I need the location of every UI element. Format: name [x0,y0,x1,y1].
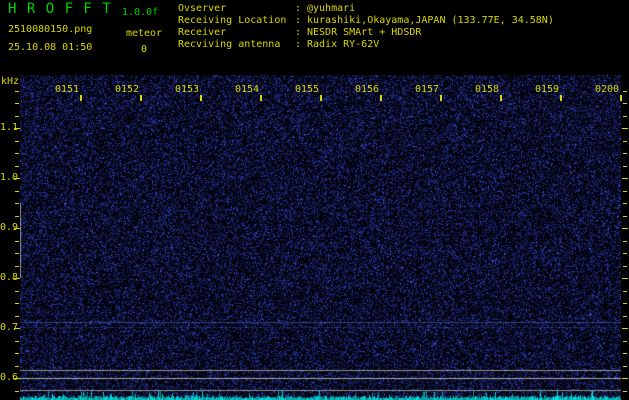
y-major-tick-right [622,178,628,179]
time-tick [380,95,382,101]
y-minor-tick-left [15,303,19,304]
y-axis-label: 1.1 [0,122,19,133]
y-minor-tick-right [623,303,627,304]
y-minor-tick-right [623,365,627,367]
y-minor-tick-left [15,340,19,342]
y-major-tick-right [622,128,628,129]
y-minor-tick-right [623,215,627,217]
y-major-tick-right [622,328,628,329]
time-label: 0152 [115,84,140,95]
time-label: 0200 [595,84,620,95]
y-major-tick-right [622,378,628,379]
time-label: 0151 [55,84,80,95]
hrofft-screenshot: { "app": { "title": "H R O F F T", "vers… [0,0,629,400]
y-axis-label: 0.6 [0,372,19,383]
y-major-tick-left [14,378,20,379]
time-label: 0159 [535,84,560,95]
y-minor-tick-right [623,253,627,254]
y-minor-tick-left [15,253,19,254]
y-minor-tick-right [623,165,627,167]
y-minor-tick-left [15,353,19,354]
y-major-tick-right [622,228,628,229]
y-minor-tick-right [623,140,627,142]
y-minor-tick-left [15,115,19,117]
y-major-tick-left [14,128,20,129]
y-major-tick-left [14,178,20,179]
time-label: 0155 [295,84,320,95]
y-minor-tick-left [15,165,19,167]
time-label: 0156 [355,84,380,95]
y-minor-tick-left [15,315,19,317]
time-tick [620,95,622,101]
y-minor-tick-right [623,315,627,317]
time-label: 0153 [175,84,200,95]
y-minor-tick-right [623,353,627,354]
y-minor-tick-left [15,203,19,204]
y-minor-tick-right [623,390,627,392]
y-minor-tick-right [623,265,627,267]
y-minor-tick-left [15,290,19,292]
time-tick [560,95,562,101]
time-tick [200,95,202,101]
time-tick [260,95,262,101]
y-minor-tick-left [15,190,19,192]
time-tick [320,95,322,101]
y-minor-tick-left [15,265,19,267]
y-minor-tick-left [15,365,19,367]
axes-layer: kHz 1.1 1.0 0.9 0.8 0.7 0.6 0151 0152 0153 0154 01… [0,0,629,400]
y-minor-tick-right [623,103,627,104]
time-label: 0158 [475,84,500,95]
y-axis-label: 0.7 [0,322,19,333]
y-minor-tick-right [623,190,627,192]
y-minor-tick-right [623,340,627,342]
y-axis-unit-label: kHz [1,76,20,87]
time-tick [440,95,442,101]
y-minor-tick-left [15,153,19,154]
time-tick [500,95,502,101]
y-minor-tick-left [15,240,19,242]
time-tick [80,95,82,101]
y-axis-label: 1.0 [0,172,19,183]
y-major-tick-left [14,328,20,329]
time-label: 0154 [235,84,260,95]
y-major-tick-left [14,228,20,229]
y-minor-tick-right [623,203,627,204]
y-minor-tick-left [15,140,19,142]
y-axis-label: 0.8 [0,272,19,283]
y-minor-tick-right [623,115,627,117]
y-minor-tick-left [15,215,19,217]
y-minor-tick-left [15,90,19,92]
time-label: 0157 [415,84,440,95]
y-minor-tick-right [623,290,627,292]
y-major-tick-right [622,278,628,279]
y-minor-tick-right [623,153,627,154]
y-axis-label: 0.9 [0,222,19,233]
y-minor-tick-left [15,103,19,104]
time-tick [140,95,142,101]
y-major-tick-left [14,278,20,279]
y-minor-tick-left [15,390,19,392]
y-minor-tick-right [623,240,627,242]
y-minor-tick-right [623,90,627,92]
